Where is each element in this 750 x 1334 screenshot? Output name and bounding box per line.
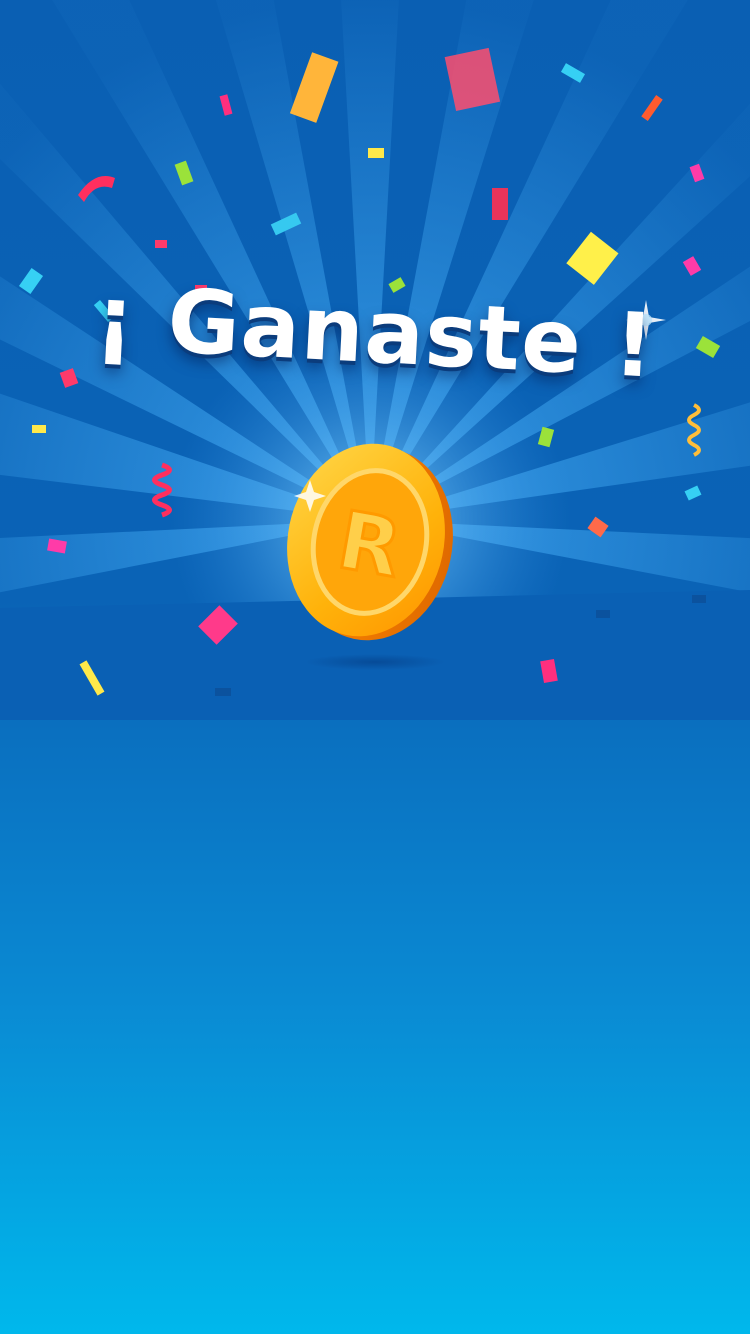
coin-icon: R <box>287 443 453 670</box>
win-screen: ¡ Ganaste ! R <box>0 0 750 1334</box>
